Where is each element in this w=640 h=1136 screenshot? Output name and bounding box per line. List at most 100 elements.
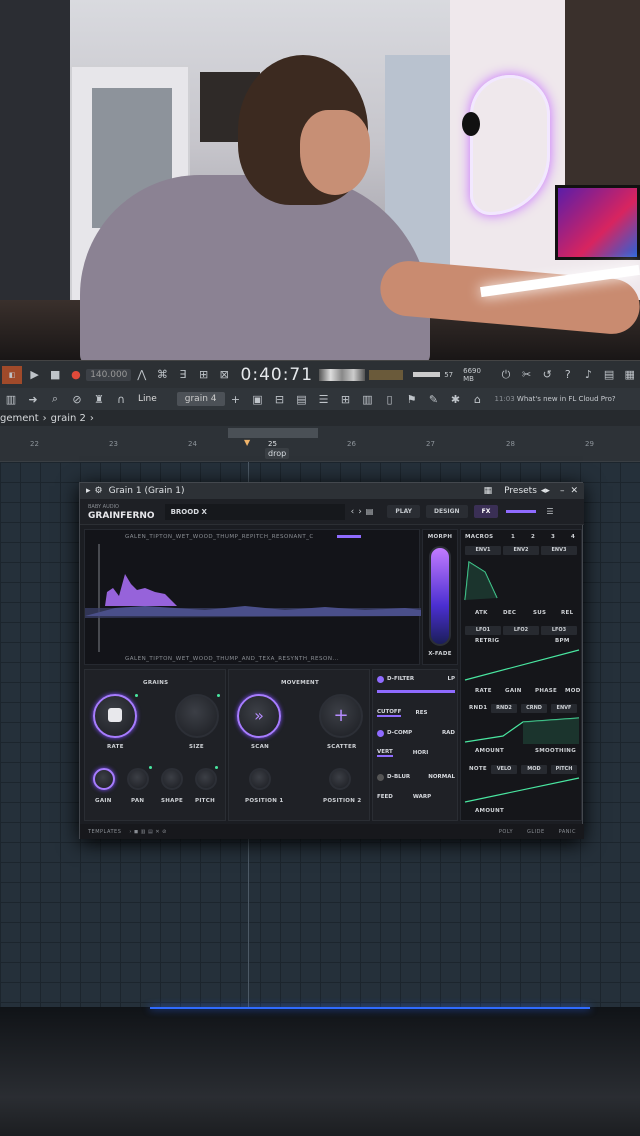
plugin-icon[interactable]: ⚑ xyxy=(403,390,421,408)
tempo-display[interactable]: 140.000 xyxy=(86,368,132,381)
pan-knob[interactable] xyxy=(127,768,149,790)
blend-icon[interactable]: ⊞ xyxy=(195,366,212,384)
undo-icon[interactable]: ↺ xyxy=(539,366,556,384)
paint-icon[interactable]: ⌕ xyxy=(46,390,64,408)
note-amount[interactable]: AMOUNT xyxy=(475,808,504,814)
lfo3-tab[interactable]: LFO3 xyxy=(541,626,577,635)
preset-arrows-icon[interactable]: ◂▸ xyxy=(541,486,550,496)
random-graph[interactable] xyxy=(463,716,581,744)
pattern-song-toggle[interactable]: ◧ xyxy=(2,365,23,384)
prev-preset-icon[interactable]: ‹ xyxy=(351,507,355,517)
loop-record-icon[interactable]: ⊠ xyxy=(216,366,233,384)
timeline-ruler[interactable]: 22 23 24 25 26 27 28 29 ▼ xyxy=(0,426,640,462)
sample-waveform[interactable]: GALEN_TIPTON_WET_WOOD_THUMP_REPITCH_RESO… xyxy=(84,529,421,665)
rnd1-tab[interactable]: RND1 xyxy=(469,705,487,711)
plugin-title-bar[interactable]: ▸ ⚙ Grain 1 (Grain 1) ▦ Presets ◂▸ – ✕ xyxy=(80,483,584,499)
blur-mode-select[interactable]: NORMAL xyxy=(428,774,455,780)
close-icon[interactable]: ✕ xyxy=(570,486,578,496)
position1-knob[interactable] xyxy=(249,768,271,790)
panic-button[interactable]: PANIC xyxy=(559,829,576,835)
lfo2-tab[interactable]: LFO2 xyxy=(503,626,539,635)
template-icons[interactable]: › ◼ ▥ ▤ ✕ ⊘ xyxy=(129,829,166,835)
lfo-gain[interactable]: GAIN xyxy=(505,688,522,694)
magnet-icon[interactable]: ∩ xyxy=(112,390,130,408)
shape-knob[interactable] xyxy=(161,768,183,790)
next-preset-icon[interactable]: › xyxy=(358,507,362,517)
loop-region[interactable] xyxy=(228,428,318,438)
rate-knob[interactable] xyxy=(93,694,137,738)
gear-icon[interactable]: ⚙ xyxy=(95,486,103,496)
size-knob[interactable] xyxy=(175,694,219,738)
record-icon[interactable]: ● xyxy=(68,366,85,384)
velo-tab[interactable]: VELO xyxy=(491,765,517,774)
dcomp-toggle[interactable] xyxy=(377,729,384,737)
breadcrumb-part[interactable]: gement xyxy=(0,413,39,424)
scatter-knob[interactable]: + xyxy=(319,694,363,738)
macro-4[interactable]: 4 xyxy=(571,534,575,540)
news-panel[interactable]: 11:03 What's new in FL Cloud Pro? xyxy=(495,395,616,403)
env-rel[interactable]: REL xyxy=(561,610,573,616)
tools-icon[interactable]: ✱ xyxy=(447,390,465,408)
presets-menu[interactable]: Presets xyxy=(504,486,537,496)
cloud-icon[interactable]: ▤ xyxy=(601,366,618,384)
power-icon[interactable]: ⏻ xyxy=(498,366,515,384)
lfo-mod[interactable]: MOD xyxy=(565,688,581,694)
breadcrumb-part[interactable]: grain 2 xyxy=(51,413,86,424)
countdown-icon[interactable]: ∃ xyxy=(175,366,192,384)
pattern-selector[interactable]: grain 4 xyxy=(176,392,225,406)
envelope-graph[interactable] xyxy=(463,558,581,602)
cart-icon[interactable]: ⌂ xyxy=(469,390,487,408)
channel-rack-icon[interactable]: ▤ xyxy=(293,390,311,408)
macro-3[interactable]: 3 xyxy=(551,534,555,540)
xfade-label[interactable]: X-FADE xyxy=(423,651,457,657)
metronome-icon[interactable]: ⋀ xyxy=(133,366,150,384)
fx-tab[interactable]: FX xyxy=(473,505,499,518)
playhead-marker[interactable]: ▼ xyxy=(244,438,250,447)
env-sus[interactable]: SUS xyxy=(533,610,546,616)
piano-icon[interactable]: ▥ xyxy=(2,390,20,408)
save-preset-icon[interactable]: ▤ xyxy=(366,507,374,516)
stamp-icon[interactable]: ♜ xyxy=(90,390,108,408)
rnd2-tab[interactable]: RND2 xyxy=(491,704,517,713)
rnd-amount[interactable]: AMOUNT xyxy=(475,748,504,754)
position2-knob[interactable] xyxy=(329,768,351,790)
mic-icon[interactable]: ♪ xyxy=(580,366,597,384)
lfo-phase[interactable]: PHASE xyxy=(535,688,557,694)
arrow-icon[interactable]: ➜ xyxy=(24,390,42,408)
dblur-toggle[interactable] xyxy=(377,773,384,781)
env-atk[interactable]: ATK xyxy=(475,610,488,616)
env1-tab[interactable]: ENV1 xyxy=(465,546,501,555)
plugin-picker-icon[interactable]: ⊞ xyxy=(337,390,355,408)
link-icon[interactable]: ⊘ xyxy=(68,390,86,408)
morph-slider[interactable] xyxy=(429,546,451,646)
lfo1-tab[interactable]: LFO1 xyxy=(465,626,501,635)
wait-icon[interactable]: ⌘ xyxy=(154,366,171,384)
poly-select[interactable]: POLY xyxy=(499,829,513,835)
vert-param[interactable]: VERT xyxy=(377,749,393,757)
env-dec[interactable]: DEC xyxy=(503,610,516,616)
add-pattern-icon[interactable]: + xyxy=(227,390,245,408)
cutoff-param[interactable]: CUTOFF xyxy=(377,709,402,717)
mod-tab[interactable]: MOD xyxy=(521,765,547,774)
stop-icon[interactable]: ■ xyxy=(47,366,64,384)
templates-button[interactable]: TEMPLATES xyxy=(88,829,121,835)
minimize-icon[interactable]: – xyxy=(560,486,565,496)
piano-roll-icon[interactable]: ⊟ xyxy=(271,390,289,408)
pitch-knob[interactable] xyxy=(195,768,217,790)
waveform-slider[interactable] xyxy=(337,535,361,538)
pen-icon[interactable]: ✎ xyxy=(425,390,443,408)
hori-param[interactable]: HORI xyxy=(413,750,429,756)
hamburger-icon[interactable]: ☰ xyxy=(546,507,553,516)
scan-knob[interactable]: » xyxy=(237,694,281,738)
comp-mode-select[interactable]: RAD xyxy=(442,730,455,736)
sample-top-name[interactable]: GALEN_TIPTON_WET_WOOD_THUMP_REPITCH_RESO… xyxy=(125,534,314,540)
song-time[interactable]: 0:40:71 xyxy=(241,365,314,385)
mixer-link-icon[interactable]: ✂ xyxy=(518,366,535,384)
preset-name[interactable]: BROOD X xyxy=(164,503,345,520)
feed-param[interactable]: FEED xyxy=(377,794,393,800)
piano-keys-icon[interactable]: ▦ xyxy=(484,486,493,496)
macro-2[interactable]: 2 xyxy=(531,534,535,540)
snap-select[interactable]: Line xyxy=(138,394,157,404)
env3-tab[interactable]: ENV3 xyxy=(541,546,577,555)
filter-type-select[interactable]: LP xyxy=(447,676,455,682)
